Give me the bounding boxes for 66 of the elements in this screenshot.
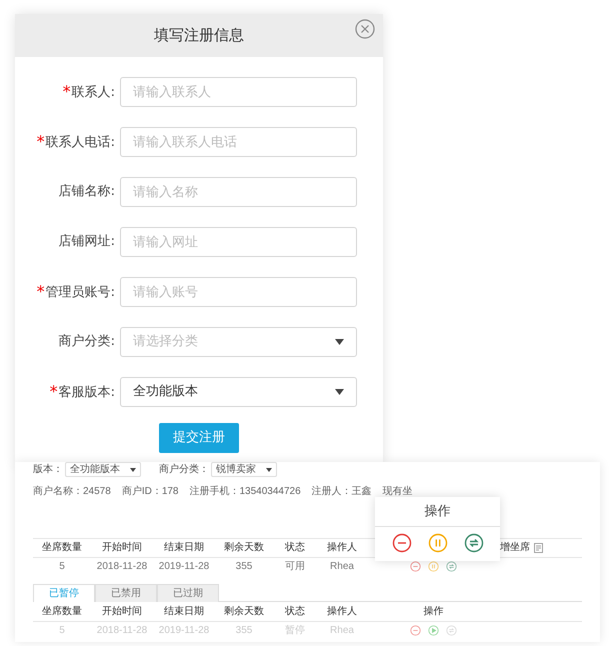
tab[interactable]: 已过期: [157, 584, 219, 602]
column-header: 结束日期: [163, 604, 205, 618]
table-cell-text: 可用: [284, 560, 306, 574]
column-header: 操作人: [326, 541, 358, 555]
remove-icon[interactable]: [392, 532, 412, 552]
input-field[interactable]: 请输入账号: [120, 277, 357, 307]
close-icon[interactable]: [355, 19, 375, 39]
column-header: 结束日期: [163, 540, 205, 555]
pause-icon[interactable]: [428, 532, 448, 552]
field-label: 联系人电话:: [46, 135, 115, 150]
column-header: 增坐席: [500, 540, 530, 555]
field-label: 店铺网址:: [58, 234, 115, 250]
table-cell-text: 2019-11-28: [158, 560, 210, 574]
column-header: 开始时间: [101, 604, 143, 618]
input-field[interactable]: 请输入名称: [120, 177, 357, 207]
select-field[interactable]: 锐博卖家: [211, 462, 277, 477]
select-field[interactable]: 全功能版本: [120, 377, 357, 407]
table-cell-text: Rhea: [329, 560, 355, 574]
caret-icon: [335, 339, 344, 345]
remove-icon[interactable]: [410, 625, 421, 636]
info-text: 注册人：王鑫: [312, 484, 372, 499]
note-icon[interactable]: [534, 542, 543, 552]
required-mark: *: [36, 282, 45, 301]
swap-icon[interactable]: [446, 561, 457, 572]
popover-title: 操作: [375, 496, 500, 526]
table-cell-text: 355: [234, 560, 254, 574]
field-label: 联系人:: [72, 85, 115, 100]
required-mark: *: [36, 132, 45, 151]
play-icon[interactable]: [428, 625, 439, 636]
tab[interactable]: 已暂停: [33, 584, 95, 602]
remove-icon[interactable]: [410, 561, 421, 572]
column-header: 操作人: [326, 604, 358, 618]
table-cell-text: 5: [58, 560, 66, 574]
select-field[interactable]: 全功能版本: [65, 462, 141, 477]
column-header: 状态: [284, 604, 306, 618]
caret-icon: [266, 468, 272, 472]
column-header: 开始时间: [101, 540, 143, 555]
column-header: 坐席数量: [41, 604, 83, 618]
field-label: 商户分类:: [58, 334, 115, 350]
info-text: 商户名称：24578: [33, 484, 111, 499]
field-label: 店铺名称:: [58, 184, 115, 200]
input-field[interactable]: 请输入网址: [120, 227, 357, 257]
submit-button[interactable]: 提交注册: [159, 423, 239, 452]
dialog-title: 填写注册信息: [154, 25, 244, 46]
caret-icon: [335, 389, 344, 395]
field-label: 管理员账号:: [46, 285, 115, 300]
field-label: 客服版本:: [58, 385, 115, 400]
swap-icon[interactable]: [464, 532, 484, 552]
input-field[interactable]: 请输入联系人电话: [120, 127, 357, 157]
table-cell-text: 2018-11-28: [96, 560, 148, 574]
filter-label: 商户分类：: [159, 462, 209, 477]
tab[interactable]: 已禁用: [95, 584, 157, 602]
info-text: 商户ID：178: [122, 484, 178, 499]
filter-label: 版本：: [33, 462, 63, 477]
info-text: 现有坐: [382, 484, 413, 499]
column-header: 坐席数量: [41, 540, 83, 555]
column-header: 操作: [422, 604, 444, 618]
required-mark: *: [62, 82, 71, 101]
column-header: 剩余天数: [223, 541, 265, 555]
column-header: 剩余天数: [223, 604, 265, 618]
input-field[interactable]: 请输入联系人: [120, 77, 357, 107]
required-mark: *: [50, 382, 58, 401]
caret-icon: [130, 468, 136, 472]
info-text: 注册手机：13540344726: [190, 484, 301, 499]
pause-icon[interactable]: [428, 561, 439, 572]
column-header: 状态: [284, 540, 306, 555]
